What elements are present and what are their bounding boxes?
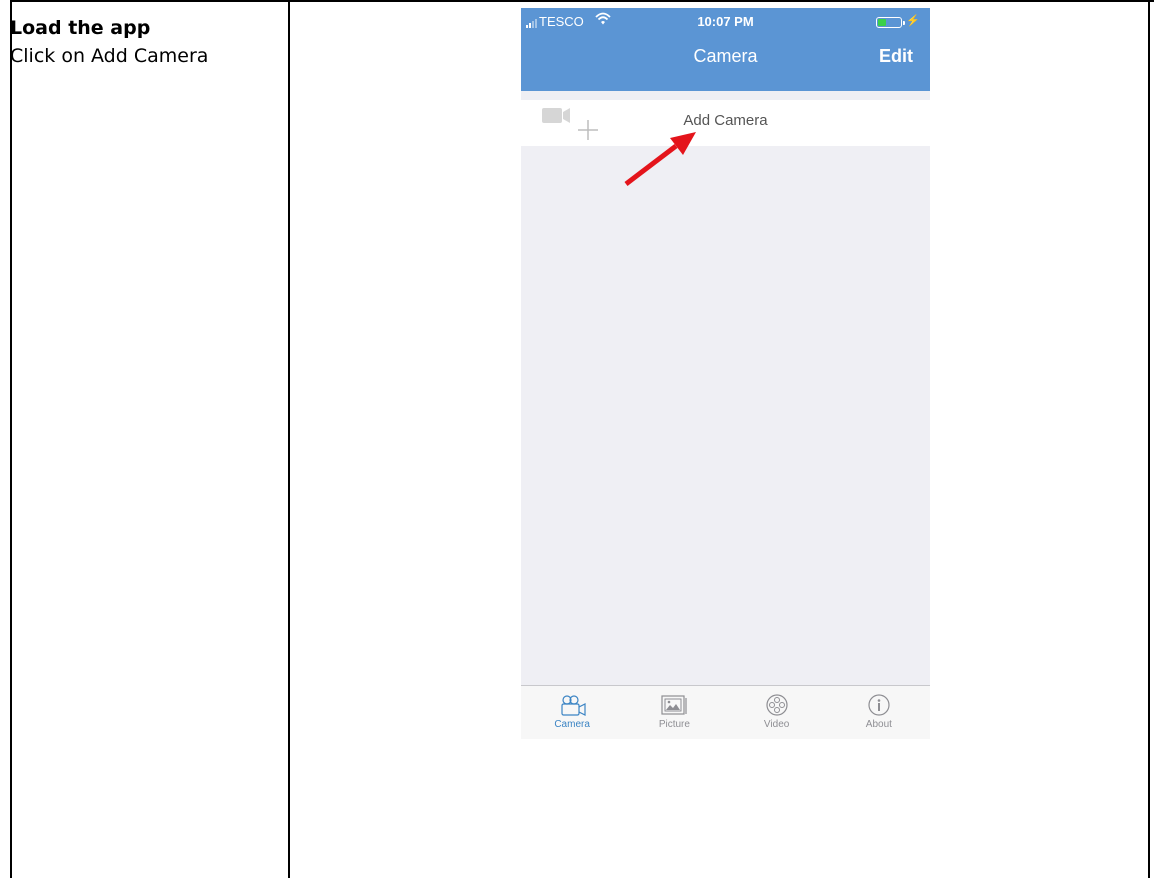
picture-icon: [661, 695, 687, 715]
add-camera-row[interactable]: Add Camera: [521, 100, 930, 146]
tab-picture-label: Picture: [658, 719, 690, 730]
step-title: Load the app: [10, 17, 151, 39]
tab-video[interactable]: Video: [726, 686, 828, 739]
info-icon: [868, 694, 890, 716]
battery-icon: [876, 17, 905, 28]
tab-video-label: Video: [763, 719, 790, 730]
navigation-bar: TESCO 10:07 PM ⚡ Camera Edit: [521, 8, 930, 91]
charging-icon: ⚡: [906, 15, 920, 27]
table-top-border: [10, 0, 1154, 2]
tab-camera[interactable]: Camera: [521, 686, 623, 739]
table-column-divider: [288, 0, 290, 878]
nav-title: Camera: [693, 46, 758, 66]
edit-button[interactable]: Edit: [879, 46, 913, 67]
video-camera-icon: [561, 695, 586, 716]
table-right-border: [1148, 0, 1150, 878]
tab-about[interactable]: About: [828, 686, 930, 739]
annotation-arrow-icon: [624, 132, 696, 186]
step-cell: Load the app Click on Add Camera: [10, 14, 285, 70]
tab-bar: Camera Picture Video About: [521, 685, 930, 739]
step-description: Click on Add Camera: [10, 45, 209, 67]
tab-about-label: About: [865, 719, 892, 730]
tab-camera-label: Camera: [554, 719, 590, 730]
table-left-border: [10, 0, 12, 878]
tab-picture[interactable]: Picture: [623, 686, 725, 739]
add-camera-label: Add Camera: [683, 112, 768, 129]
film-reel-icon: [766, 694, 788, 716]
phone-screenshot: TESCO 10:07 PM ⚡ Camera Edit Add Camera: [521, 8, 930, 739]
status-bar: TESCO 10:07 PM ⚡: [521, 8, 930, 36]
status-time: 10:07 PM: [697, 14, 754, 29]
